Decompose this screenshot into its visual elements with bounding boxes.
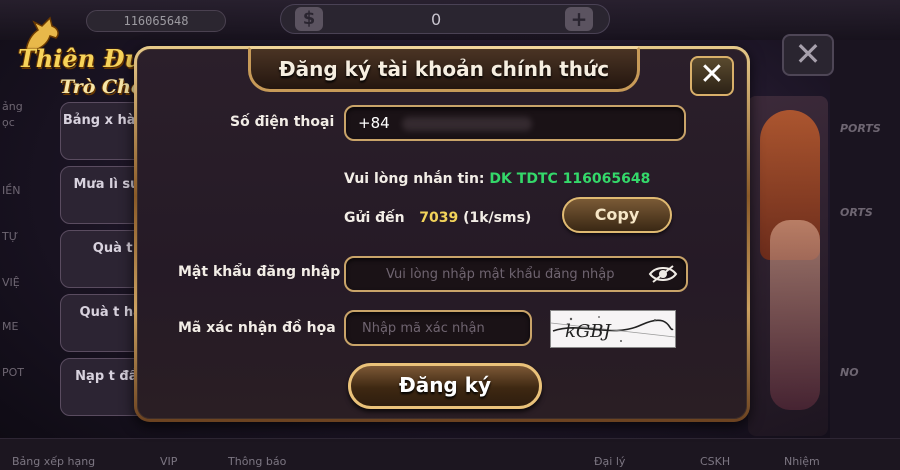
password-placeholder: Vui lòng nhập mật khẩu đăng nhập — [386, 267, 615, 282]
captcha-label: Mã xác nhận đồ họa — [178, 320, 336, 336]
banner-character-body — [770, 220, 820, 410]
left-strip-label: IỀN — [2, 184, 21, 197]
bottom-nav-item: Bảng xếp hạng — [12, 455, 96, 468]
phone-input[interactable]: +84 — [344, 105, 686, 141]
slot-counter-value: 0 — [431, 10, 442, 29]
right-strip-label: PORTS — [840, 122, 881, 135]
bottom-nav-item: VIP — [160, 455, 178, 468]
sms-send-to: Gửi đến 7039 (1k/sms) — [344, 210, 531, 226]
sms-instruction-prefix: Vui lòng nhắn tin: — [344, 171, 485, 187]
lobby-close-icon: ✕ — [782, 34, 834, 76]
sms-send-to-prefix: Gửi đến — [344, 210, 405, 226]
dialog-title-plate: Đăng ký tài khoản chính thức — [248, 46, 640, 92]
sms-send-to-number: 7039 — [419, 210, 459, 226]
bottom-nav-item: Đại lý — [594, 455, 626, 468]
close-button[interactable]: ✕ — [690, 56, 734, 96]
left-strip-label: ME — [2, 320, 19, 333]
sms-price-note: (1k/sms) — [463, 210, 532, 226]
lobby-slot-counter: $ 0 + — [280, 4, 610, 34]
dialog-title: Đăng ký tài khoản chính thức — [278, 57, 610, 81]
captcha-text: kGBJ — [565, 321, 613, 342]
copy-button[interactable]: Copy — [562, 197, 672, 233]
dollar-icon: $ — [295, 7, 323, 31]
lobby-right-strip: PORTS ORTS NO — [830, 40, 900, 440]
right-strip-label: ORTS — [840, 206, 873, 219]
phone-number-redacted — [402, 117, 532, 131]
phone-label: Số điện thoại — [230, 114, 335, 130]
password-input[interactable]: Vui lòng nhập mật khẩu đăng nhập — [344, 256, 688, 292]
lobby-sidebar: Bảng x hàng ng Mưa lì sứ già Quà t V Quà… — [40, 96, 180, 436]
captcha-placeholder: Nhập mã xác nhận — [362, 321, 485, 336]
password-label: Mật khẩu đăng nhập — [178, 264, 341, 280]
phone-country-code: +84 — [358, 114, 390, 132]
registration-dialog: Đăng ký tài khoản chính thức ✕ Số điện t… — [134, 46, 750, 422]
registration-dialog-body: Đăng ký tài khoản chính thức ✕ Số điện t… — [137, 46, 747, 419]
bottom-nav-item: Thông báo — [228, 455, 287, 468]
bottom-nav-item: CSKH — [700, 455, 731, 468]
captcha-graphic: kGBJ — [550, 311, 676, 347]
right-strip-label: NO — [840, 366, 859, 379]
captcha-image[interactable]: kGBJ — [550, 310, 676, 348]
left-strip-label: ọc — [2, 116, 15, 129]
sms-message-code: DK TDTC 116065648 — [489, 171, 651, 187]
sms-instruction: Vui lòng nhắn tin: DK TDTC 116065648 — [344, 171, 650, 187]
bottom-nav-item: Nhiệm — [784, 455, 820, 468]
lobby-left-strip: ảng ọc IỀN TỰ VIỆ ME POT — [0, 100, 40, 400]
register-button[interactable]: Đăng ký — [348, 363, 542, 409]
left-strip-label: TỰ — [2, 230, 19, 243]
plus-icon: + — [565, 7, 593, 31]
eye-slash-icon[interactable] — [648, 264, 678, 284]
lobby-bottom-nav: Bảng xếp hạng VIP Thông báo Đại lý CSKH … — [0, 438, 900, 470]
captcha-input[interactable]: Nhập mã xác nhận — [344, 310, 532, 346]
left-strip-label: POT — [2, 366, 25, 379]
left-strip-label: VIỆ — [2, 276, 20, 289]
